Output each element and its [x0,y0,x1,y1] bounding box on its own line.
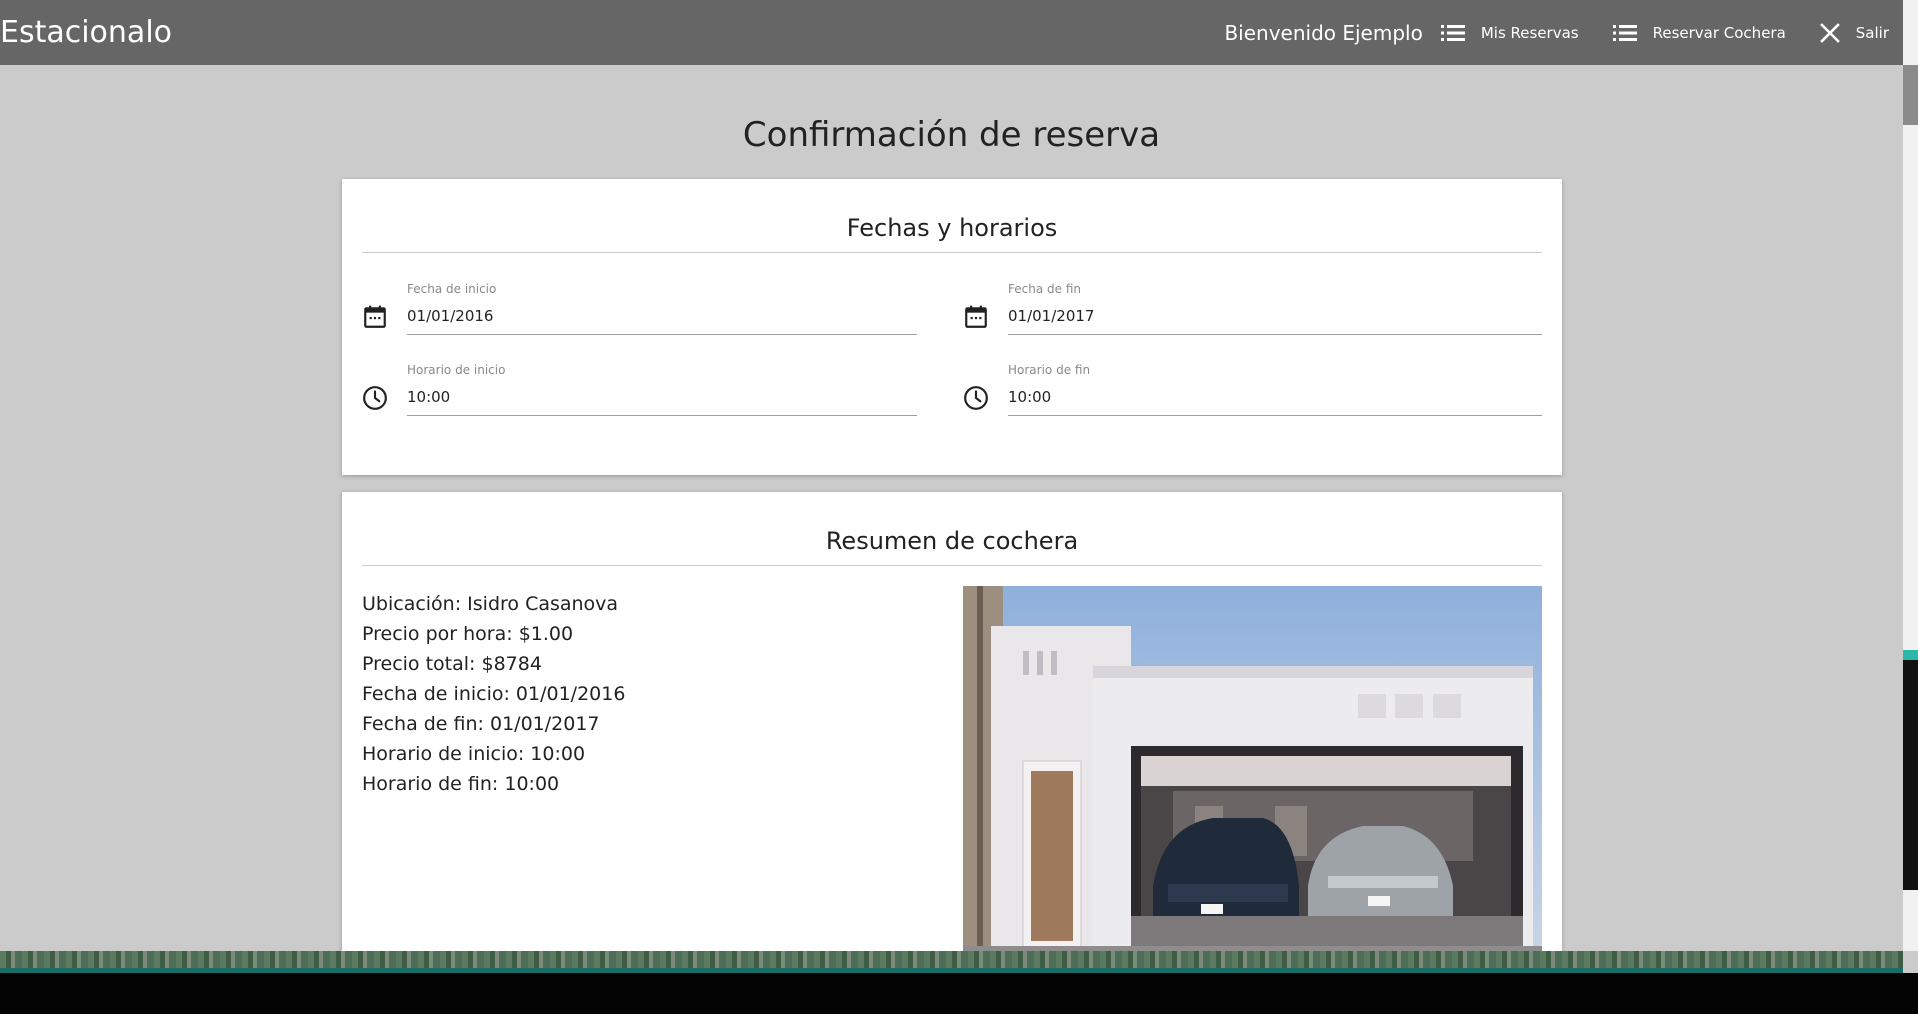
horario-inicio-underline [407,415,917,416]
right-edge-accent [1903,650,1918,660]
reservar-cochera-button[interactable]: Reservar Cochera [1612,23,1786,42]
scrollbar-thumb[interactable] [1903,65,1918,125]
resumen-ubicacion: Ubicación: Isidro Casanova [362,593,619,615]
brand-title[interactable]: Estacionalo [0,15,172,50]
fecha-fin-value[interactable]: 01/01/2017 [1008,307,1094,325]
reservar-cochera-label: Reservar Cochera [1652,23,1786,42]
fecha-inicio-label: Fecha de inicio [407,282,497,296]
fecha-fin-field[interactable]: Fecha de fin 01/01/2017 [963,276,1542,346]
horario-fin-value[interactable]: 10:00 [1008,388,1051,406]
welcome-message: Bienvenido Ejemplo [1224,20,1423,45]
resumen-fecha-fin: Fecha de fin: 01/01/2017 [362,713,600,735]
salir-label: Salir [1855,23,1889,42]
close-icon [1819,22,1840,43]
list-icon [1440,24,1465,41]
fechas-card-title: Fechas y horarios [362,214,1542,253]
mis-reservas-label: Mis Reservas [1480,23,1579,42]
resumen-card-title: Resumen de cochera [362,527,1542,566]
horario-inicio-value[interactable]: 10:00 [407,388,450,406]
horario-fin-field[interactable]: Horario de fin 10:00 [963,357,1542,427]
app-viewport: Estacionalo Bienvenido Ejemplo Mis Reser… [0,0,1903,951]
page-title: Confirmación de reserva [742,115,1161,155]
salir-button[interactable]: Salir [1819,22,1889,43]
horario-fin-label: Horario de fin [1008,363,1091,377]
resumen-cochera-card: Resumen de cochera Ubicación: Isidro Cas… [342,492,1562,951]
right-edge-panel [1903,650,1918,890]
resumen-horario-inicio: Horario de inicio: 10:00 [362,743,586,765]
horario-fin-underline [1008,415,1542,416]
fecha-inicio-underline [407,334,917,335]
calendar-icon [965,305,987,328]
resumen-precio-hora: Precio por hora: $1.00 [362,623,574,645]
top-navbar: Estacionalo Bienvenido Ejemplo Mis Reser… [0,0,1903,65]
fechas-horarios-card: Fechas y horarios Fecha de inicio 01/01/… [342,179,1562,475]
clock-icon [964,386,988,410]
mis-reservas-button[interactable]: Mis Reservas [1440,23,1579,42]
horario-inicio-field[interactable]: Horario de inicio 10:00 [362,357,917,427]
resumen-horario-fin: Horario de fin: 10:00 [362,773,560,795]
garage-photo [963,586,1542,951]
fecha-inicio-value[interactable]: 01/01/2016 [407,307,493,325]
resumen-fecha-inicio: Fecha de inicio: 01/01/2016 [362,683,626,705]
horario-inicio-label: Horario de inicio [407,363,506,377]
list-icon [1612,24,1637,41]
calendar-icon [364,305,386,328]
resumen-list: Ubicación: Isidro Casanova Precio por ho… [362,589,625,799]
fecha-fin-label: Fecha de fin [1008,282,1081,296]
clock-icon [363,386,387,410]
fecha-inicio-field[interactable]: Fecha de inicio 01/01/2016 [362,276,917,346]
taskbar-area [0,973,1918,1014]
fecha-fin-underline [1008,334,1542,335]
resumen-precio-total: Precio total: $8784 [362,653,542,675]
